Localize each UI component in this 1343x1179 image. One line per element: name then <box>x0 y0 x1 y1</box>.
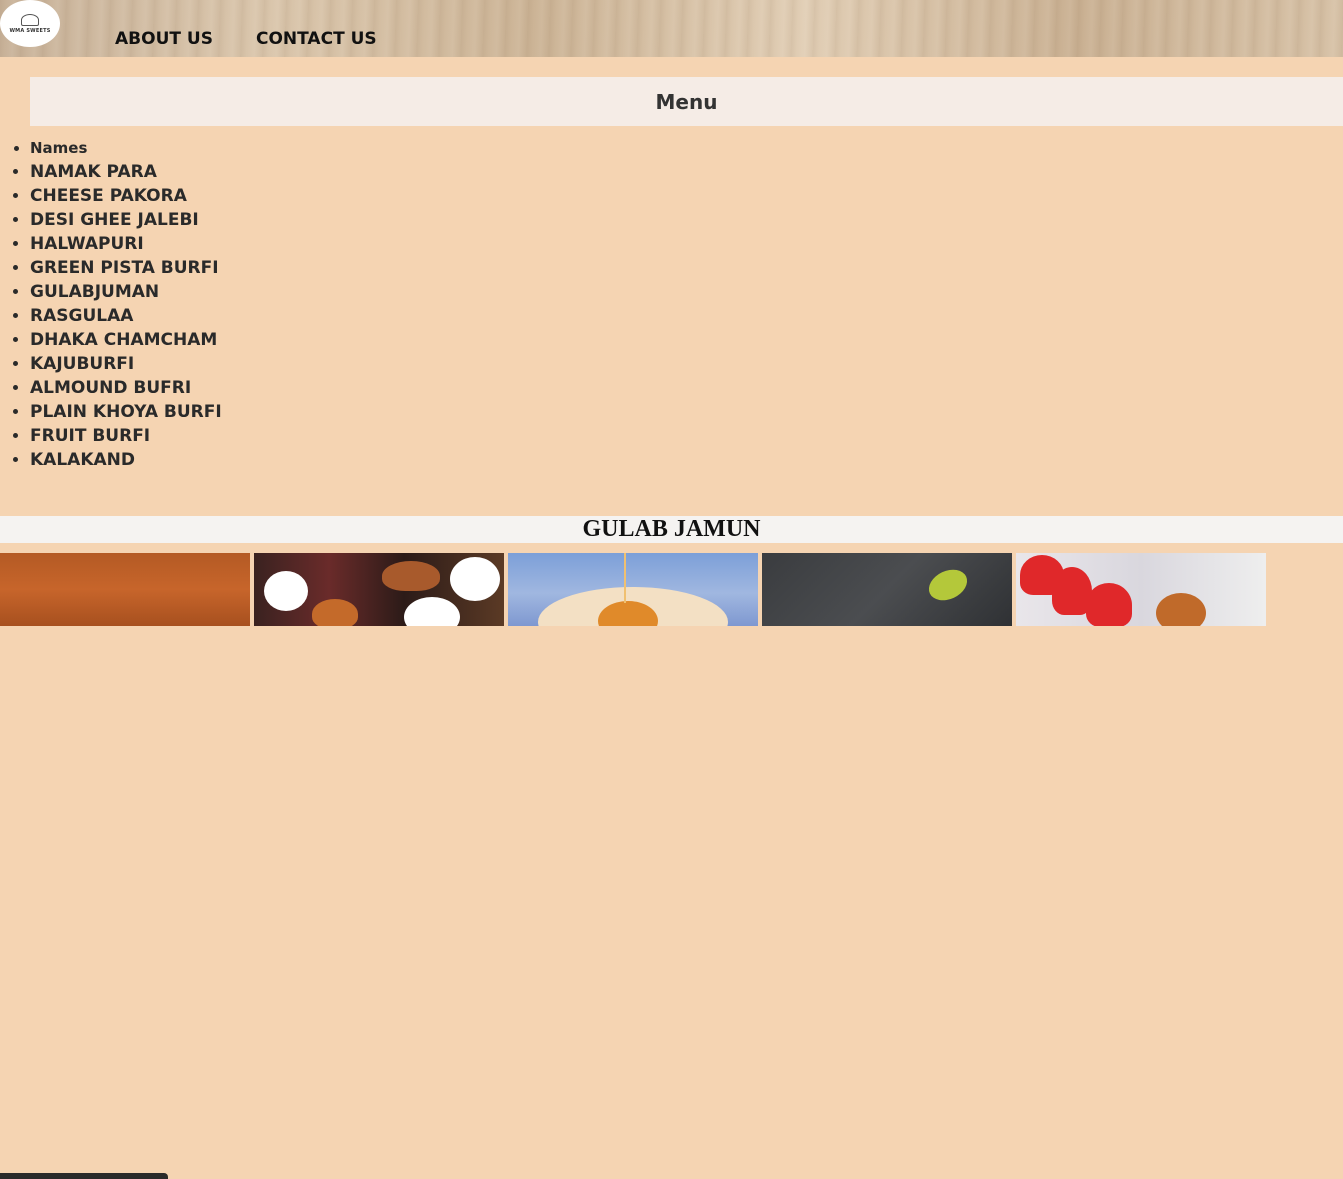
menu-list: Names NAMAK PARA CHEESE PAKORA DESI GHEE… <box>0 136 222 472</box>
nav-about-us[interactable]: ABOUT US <box>115 29 213 49</box>
logo[interactable]: WMA SWEETS <box>0 0 60 47</box>
flower-shape <box>264 571 308 611</box>
nav-contact-us[interactable]: CONTACT US <box>256 29 377 49</box>
lamp-shape <box>382 561 440 591</box>
header: WMA SWEETS ABOUT US CONTACT US <box>0 0 1343 57</box>
flower-shape <box>450 557 500 601</box>
list-item: FRUIT BURFI <box>30 424 222 448</box>
tulip-shape <box>1086 583 1132 626</box>
logo-mark-icon <box>21 13 39 26</box>
list-item: Names <box>30 136 222 160</box>
list-item: DHAKA CHAMCHAM <box>30 328 222 352</box>
menu-bar: Menu <box>30 77 1343 126</box>
sweet-shape <box>1156 593 1206 626</box>
leaf-shape <box>923 563 973 607</box>
gallery-photo-diyas[interactable] <box>254 553 504 626</box>
list-item: PLAIN KHOYA BURFI <box>30 400 222 424</box>
section-title: GULAB JAMUN <box>582 516 761 542</box>
section-heading-bar: GULAB JAMUN <box>0 516 1343 543</box>
flower-shape <box>404 597 460 626</box>
list-item: KAJUBURFI <box>30 352 222 376</box>
gallery-photo-slate[interactable] <box>762 553 1012 626</box>
list-item: NAMAK PARA <box>30 160 222 184</box>
list-item: DESI GHEE JALEBI <box>30 208 222 232</box>
logo-text: WMA SWEETS <box>9 27 51 34</box>
syrup-stream <box>624 553 626 603</box>
list-item: ALMOUND BUFRI <box>30 376 222 400</box>
lamp-shape <box>312 599 358 626</box>
photo-gallery <box>0 553 1343 1179</box>
list-item: CHEESE PAKORA <box>30 184 222 208</box>
bottom-overlay-bar <box>0 1173 168 1179</box>
gallery-photo-syrup[interactable] <box>508 553 758 626</box>
gallery-photo-wood[interactable] <box>0 553 250 626</box>
list-item: KALAKAND <box>30 448 222 472</box>
list-item: HALWAPURI <box>30 232 222 256</box>
list-item: RASGULAA <box>30 304 222 328</box>
list-item: GREEN PISTA BURFI <box>30 256 222 280</box>
gallery-photo-tulips[interactable] <box>1016 553 1266 626</box>
menu-title: Menu <box>655 89 718 114</box>
list-item: GULABJUMAN <box>30 280 222 304</box>
